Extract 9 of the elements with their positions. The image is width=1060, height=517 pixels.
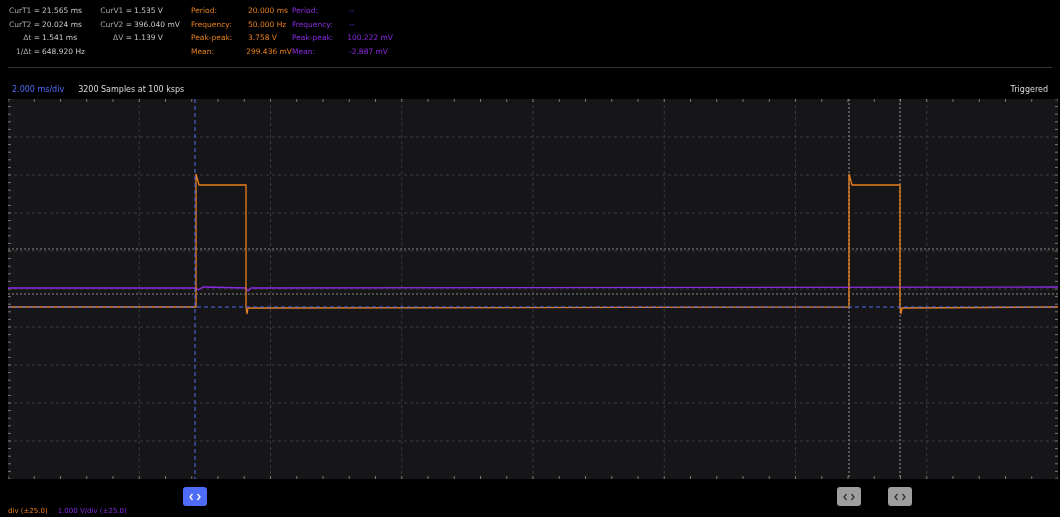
timebase-label: 2.000 ms/div (12, 84, 65, 96)
left-right-chevrons-icon (843, 492, 855, 501)
samples-label: 3200 Samples at 100 ksps (78, 84, 185, 96)
left-right-chevrons-icon (189, 492, 201, 501)
cursor-handle[interactable] (837, 487, 861, 506)
cursor-handle[interactable] (183, 487, 207, 506)
left-right-chevrons-icon (894, 492, 906, 501)
trigger-status: Triggered (1010, 84, 1048, 96)
cursor-handle[interactable] (888, 487, 912, 506)
